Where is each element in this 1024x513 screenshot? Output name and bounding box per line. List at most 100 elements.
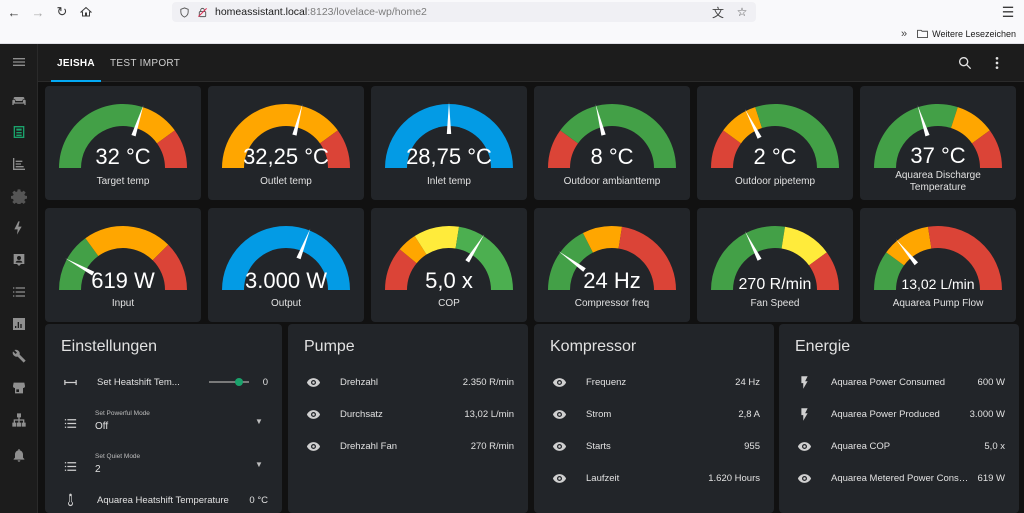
caret-down-icon[interactable]: ▼ [254, 459, 264, 469]
row-value: 24 Hz [735, 376, 760, 388]
hamburger-menu-icon[interactable]: ☰ [1000, 4, 1016, 20]
wrench-icon [12, 349, 26, 363]
gauge-card[interactable]: 37 °C Aquarea Discharge Temperature [860, 86, 1016, 200]
eye-icon [550, 373, 568, 391]
row-value: 600 W [977, 376, 1005, 388]
forward-button[interactable]: → [28, 2, 48, 22]
reload-button[interactable]: ↻ [52, 2, 72, 22]
sidebar-item-energy[interactable] [8, 217, 30, 239]
gauge-card[interactable]: 8 °C Outdoor ambianttemp [534, 86, 690, 200]
powerful-mode-select[interactable]: Set Powerful Mode Off ▼ [95, 409, 268, 437]
tab-test-import[interactable]: TEST IMPORT [110, 44, 180, 82]
sidebar-item-notifications[interactable] [8, 444, 30, 466]
browser-toolbar: ← → ↻ homeassistant.local:8123/lovelace-… [0, 0, 1024, 24]
gauge-label: COP [438, 298, 460, 309]
other-bookmarks-label: Weitere Lesezeichen [932, 28, 1016, 39]
gauge-label: Outlet temp [260, 176, 312, 187]
row-name: Aquarea Heatshift Temperature [97, 494, 229, 506]
sidebar-item-developer-tools[interactable] [8, 345, 30, 367]
gauge-value: 13,02 L/min [901, 276, 975, 292]
sidebar-item-jeisha[interactable] [8, 121, 30, 143]
eye-icon [550, 469, 568, 487]
gauge-card[interactable]: 270 R/min Fan Speed [697, 208, 853, 322]
sidebar-item-overview[interactable] [8, 90, 30, 112]
gauge-card[interactable]: 32,25 °C Outlet temp [208, 86, 364, 200]
entity-row[interactable]: Drehzahl Fan 270 R/min [304, 434, 514, 458]
row-value: 619 W [977, 472, 1005, 484]
overflow-menu-button[interactable] [988, 54, 1006, 72]
select-value: 2 [95, 464, 101, 475]
sidebar-item-history[interactable] [8, 313, 30, 335]
caret-down-icon[interactable]: ▼ [254, 416, 264, 426]
storefront-icon [13, 382, 25, 394]
other-bookmarks-folder[interactable]: Weitere Lesezeichen [917, 29, 1016, 39]
entity-row[interactable]: Strom 2,8 A [550, 402, 760, 426]
entity-row[interactable]: Laufzeit 1.620 Hours [550, 466, 760, 490]
translate-icon[interactable]: 文 [710, 4, 726, 20]
entity-row[interactable]: Drehzahl 2.350 R/min [304, 370, 514, 394]
select-label: Set Quiet Mode [95, 453, 141, 460]
row-powerful-mode[interactable]: Set Powerful Mode Off ▼ [61, 408, 268, 438]
gauge-card[interactable]: 24 Hz Compressor freq [534, 208, 690, 322]
row-value: 0 [262, 376, 268, 388]
flash-icon [795, 373, 813, 391]
quiet-mode-select[interactable]: Set Quiet Mode 2 ▼ [95, 452, 268, 480]
gauge-segment [85, 226, 169, 261]
gauge-card[interactable]: 2 °C Outdoor pipetemp [697, 86, 853, 200]
entity-row[interactable]: Aquarea Power Produced 3.000 W [795, 402, 1005, 426]
slider-thumb[interactable] [234, 378, 243, 386]
sidebar-item-settings-hidden[interactable] [8, 185, 30, 207]
gauge-label: Outdoor ambianttemp [563, 176, 661, 187]
shield-icon[interactable] [178, 6, 190, 18]
gauge-label: Inlet temp [427, 176, 471, 187]
insecure-lock-icon[interactable] [196, 6, 208, 18]
row-name: Starts [586, 440, 611, 452]
row-heatshift[interactable]: Set Heatshift Tem... 0 [61, 370, 268, 394]
gauge-label: Aquarea Discharge Temperature [895, 170, 981, 193]
entity-row[interactable]: Durchsatz 13,02 L/min [304, 402, 514, 426]
entity-row[interactable]: Aquarea COP 5,0 x [795, 434, 1005, 458]
search-button[interactable] [956, 54, 974, 72]
entity-row[interactable]: Aquarea Metered Power Consumption 619 W [795, 466, 1005, 490]
sofa-icon [12, 97, 26, 105]
sidebar-item-energy-dashboard[interactable] [8, 153, 30, 175]
row-value: 5,0 x [984, 440, 1005, 452]
row-value: 0 °C [249, 494, 268, 506]
menu-icon [13, 58, 25, 66]
row-quiet-mode[interactable]: Set Quiet Mode 2 ▼ [61, 451, 268, 481]
sidebar-item-network[interactable] [8, 409, 30, 431]
sidebar-item-logbook[interactable] [8, 249, 30, 271]
gauge-card[interactable]: 13,02 L/min Aquarea Pump Flow [860, 208, 1016, 322]
card-title: Kompressor [550, 338, 637, 355]
gauge-card[interactable]: 5,0 x COP [371, 208, 527, 322]
card-kompressor: Kompressor Frequenz 24 Hz Strom 2,8 A Starts… [534, 324, 774, 513]
gauge-label: Compressor freq [574, 298, 650, 309]
row-name: Aquarea COP [831, 440, 891, 452]
row-name: Durchsatz [340, 408, 383, 420]
gauge-label: Input [111, 298, 135, 309]
thermometer-icon [61, 491, 79, 509]
sidebar [0, 44, 38, 513]
format-list-bulleted-icon [61, 457, 79, 475]
gauge-card[interactable]: 32 °C Target temp [45, 86, 201, 200]
gauge-card[interactable]: 3.000 W Output [208, 208, 364, 322]
heatshift-slider[interactable] [208, 376, 249, 388]
entity-row[interactable]: Frequenz 24 Hz [550, 370, 760, 394]
entity-row[interactable]: Starts 955 [550, 434, 760, 458]
entity-row[interactable]: Aquarea Power Consumed 600 W [795, 370, 1005, 394]
bookmark-star-icon[interactable]: ☆ [734, 4, 750, 20]
back-button[interactable]: ← [4, 2, 24, 22]
url-bar[interactable]: homeassistant.local:8123/lovelace-wp/hom… [172, 2, 756, 22]
sidebar-item-store[interactable] [8, 377, 30, 399]
sidebar-item-list[interactable] [8, 281, 30, 303]
home-button[interactable] [76, 2, 96, 22]
chevron-double-right-icon[interactable]: » [901, 28, 907, 40]
row-value: 955 [744, 440, 760, 452]
gauge-card[interactable]: 619 W Input [45, 208, 201, 322]
card-title: Pumpe [304, 338, 355, 355]
row-heatshift-temperature[interactable]: Aquarea Heatshift Temperature 0 °C [61, 488, 268, 512]
menu-toggle[interactable] [8, 51, 30, 73]
tab-jeisha[interactable]: JEISHA [51, 44, 101, 82]
bookmarks-bar: » Weitere Lesezeichen [0, 24, 1024, 44]
gauge-card[interactable]: 28,75 °C Inlet temp [371, 86, 527, 200]
